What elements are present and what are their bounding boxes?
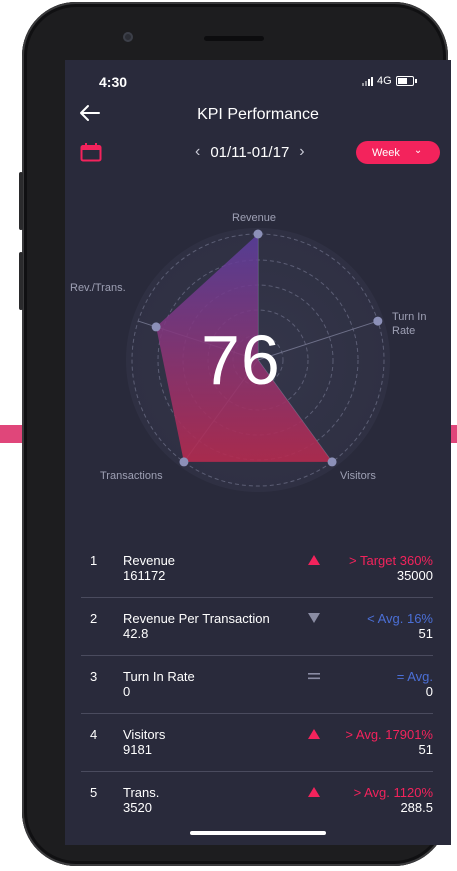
kpi-row[interactable]: 2 Revenue Per Transaction 42.8 < Avg. 16… — [81, 598, 433, 656]
kpi-row[interactable]: 1 Revenue 161172 > Target 360% 35000 — [81, 540, 433, 598]
axis-label-revenue: Revenue — [232, 212, 277, 224]
kpi-rank: 1 — [90, 553, 98, 568]
front-camera — [123, 32, 133, 42]
side-button-left-2 — [19, 252, 23, 310]
radar-point — [151, 322, 161, 332]
kpi-rank: 2 — [90, 611, 98, 626]
app-screen: 4:30 4G KPI Performance ‹ 01/11-01/17 › … — [65, 60, 451, 845]
radar-point — [327, 457, 337, 467]
axis-label-rev-trans: Rev./Trans. — [70, 282, 126, 294]
triangle-up-icon — [308, 787, 320, 797]
triangle-up-icon — [308, 555, 320, 565]
radar-point — [179, 457, 189, 467]
kpi-comparison: = Avg. — [396, 669, 433, 684]
triangle-up-icon — [308, 729, 320, 739]
kpi-comparison: > Avg. 1120% — [353, 785, 433, 800]
kpi-target: 51 — [418, 626, 433, 641]
radar-chart — [126, 228, 390, 492]
phone-frame: 4:30 4G KPI Performance ‹ 01/11-01/17 › … — [19, 2, 451, 866]
axis-label-turn-in-rate-1: Turn In — [392, 311, 427, 323]
kpi-value: 161172 — [123, 568, 166, 583]
radar-point — [373, 316, 383, 326]
kpi-rank: 3 — [90, 669, 98, 684]
kpi-value: 0 — [123, 684, 131, 699]
home-indicator[interactable] — [190, 831, 326, 835]
kpi-value: 42.8 — [123, 626, 149, 641]
kpi-row[interactable]: 4 Visitors 9181 > Avg. 17901% 51 — [81, 714, 433, 772]
kpi-name: Revenue Per Transaction — [123, 611, 270, 626]
kpi-comparison: > Avg. 17901% — [345, 727, 433, 742]
triangle-down-icon — [308, 613, 320, 623]
kpi-name: Revenue — [123, 553, 176, 568]
kpi-comparison: > Target 360% — [349, 553, 433, 568]
kpi-list: 1 Revenue 161172 > Target 360% 35000 2 R… — [81, 540, 433, 830]
axis-label-turn-in-rate-2: Rate — [392, 325, 416, 337]
kpi-row[interactable]: 5 Trans. 3520 > Avg. 1120% 288.5 — [81, 772, 433, 830]
kpi-name: Turn In Rate — [123, 669, 195, 684]
kpi-target: 0 — [425, 684, 433, 699]
radar-point — [253, 229, 263, 239]
kpi-value: 3520 — [123, 800, 152, 815]
side-button-left — [19, 172, 23, 230]
kpi-target: 35000 — [396, 568, 433, 583]
kpi-rank: 4 — [90, 727, 98, 742]
earpiece-speaker — [204, 36, 264, 41]
kpi-target: 288.5 — [400, 800, 433, 815]
kpi-row[interactable]: 3 Turn In Rate 0 = Avg. 0 — [81, 656, 433, 714]
kpi-target: 51 — [418, 742, 433, 757]
kpi-score: 76 — [201, 321, 281, 399]
kpi-rank: 5 — [90, 785, 98, 800]
axis-label-visitors: Visitors — [340, 470, 376, 482]
axis-label-transactions: Transactions — [100, 470, 163, 482]
kpi-name: Visitors — [123, 727, 166, 742]
kpi-comparison: < Avg. 16% — [367, 611, 433, 626]
equals-icon — [308, 673, 320, 680]
kpi-value: 9181 — [123, 742, 152, 757]
kpi-name: Trans. — [123, 785, 160, 800]
